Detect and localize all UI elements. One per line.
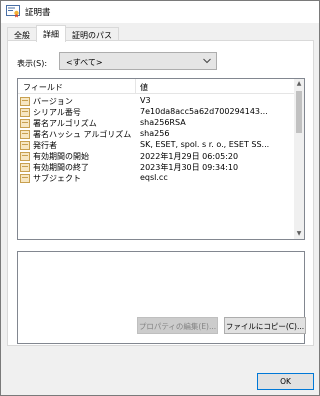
list-item[interactable]: 署名ハッシュ アルゴリズム sha256 [18, 129, 295, 140]
list-item[interactable]: 有効期間の終了 2023年1月30日 09:34:10 [18, 162, 295, 173]
list-item[interactable]: 有効期間の開始 2022年1月29日 06:05:20 [18, 151, 295, 162]
field-icon [20, 141, 30, 150]
copy-to-file-button[interactable]: ファイルにコピー(C)... [224, 317, 306, 334]
field-name: 発行者 [33, 141, 57, 150]
title-bar[interactable]: 証明書 [1, 1, 319, 23]
list-item[interactable]: シリアル番号 7e10da8acc5a62d700294143... [18, 107, 295, 118]
field-name: サブジェクト [33, 174, 81, 183]
field-icon [20, 130, 30, 139]
scroll-thumb[interactable] [296, 91, 302, 133]
field-icon [20, 108, 30, 117]
field-name: バージョン [33, 97, 73, 106]
list-item[interactable]: バージョン V3 [18, 96, 295, 107]
field-value: 7e10da8acc5a62d700294143... [140, 107, 268, 116]
details-panel: 表示(S): <すべて> フィールド 値 バージョン V3 シリアル番号 7e10da… [7, 40, 314, 346]
list-header: フィールド 値 [18, 79, 295, 94]
certificate-window: 証明書 全般 詳細 証明のパス 表示(S): <すべて> フィールド 値 バージ… [0, 0, 320, 396]
tab-certification-path[interactable]: 証明のパス [65, 27, 119, 41]
list-item[interactable]: サブジェクト eqsl.cc [18, 173, 295, 184]
field-icon [20, 174, 30, 183]
field-list[interactable]: フィールド 値 バージョン V3 シリアル番号 7e10da8acc5a62d7002… [17, 78, 305, 240]
certificate-icon [6, 5, 20, 18]
field-name: 署名アルゴリズム [33, 119, 97, 128]
column-divider[interactable] [135, 79, 136, 94]
scroll-down-icon[interactable]: ▼ [294, 229, 304, 239]
column-header-field[interactable]: フィールド [23, 82, 63, 93]
field-value: sha256 [140, 129, 170, 138]
field-icon [20, 97, 30, 106]
list-scrollbar[interactable]: ▲ ▼ [294, 79, 304, 239]
ok-button[interactable]: OK [257, 373, 314, 390]
tab-strip: 全般 詳細 証明のパス [7, 25, 119, 42]
field-name: シリアル番号 [33, 108, 81, 117]
field-value: SK, ESET, spol. s r. o., ESET SS... [140, 140, 270, 149]
list-item[interactable]: 発行者 SK, ESET, spol. s r. o., ESET SS... [18, 140, 295, 151]
column-header-value[interactable]: 値 [140, 82, 148, 93]
field-value: eqsl.cc [140, 173, 168, 182]
list-item[interactable]: 署名アルゴリズム sha256RSA [18, 118, 295, 129]
field-icon [20, 163, 30, 172]
field-value: sha256RSA [140, 118, 186, 127]
field-icon [20, 152, 30, 161]
field-name: 署名ハッシュ アルゴリズム [33, 130, 132, 139]
edit-properties-button[interactable]: プロパティの編集(E)... [137, 317, 218, 334]
field-name: 有効期間の開始 [33, 152, 89, 161]
chevron-down-icon [203, 58, 211, 64]
tab-general[interactable]: 全般 [7, 27, 37, 41]
show-label: 表示(S): [17, 59, 48, 68]
field-value: 2023年1月30日 09:34:10 [140, 163, 239, 172]
scroll-up-icon[interactable]: ▲ [294, 79, 304, 89]
field-icon [20, 119, 30, 128]
tab-details[interactable]: 詳細 [36, 25, 66, 42]
field-value: V3 [140, 96, 151, 105]
show-dropdown-value: <すべて> [66, 58, 103, 67]
field-value: 2022年1月29日 06:05:20 [140, 152, 239, 161]
show-dropdown[interactable]: <すべて> [59, 52, 217, 70]
field-name: 有効期間の終了 [33, 163, 89, 172]
window-title: 証明書 [25, 8, 51, 18]
